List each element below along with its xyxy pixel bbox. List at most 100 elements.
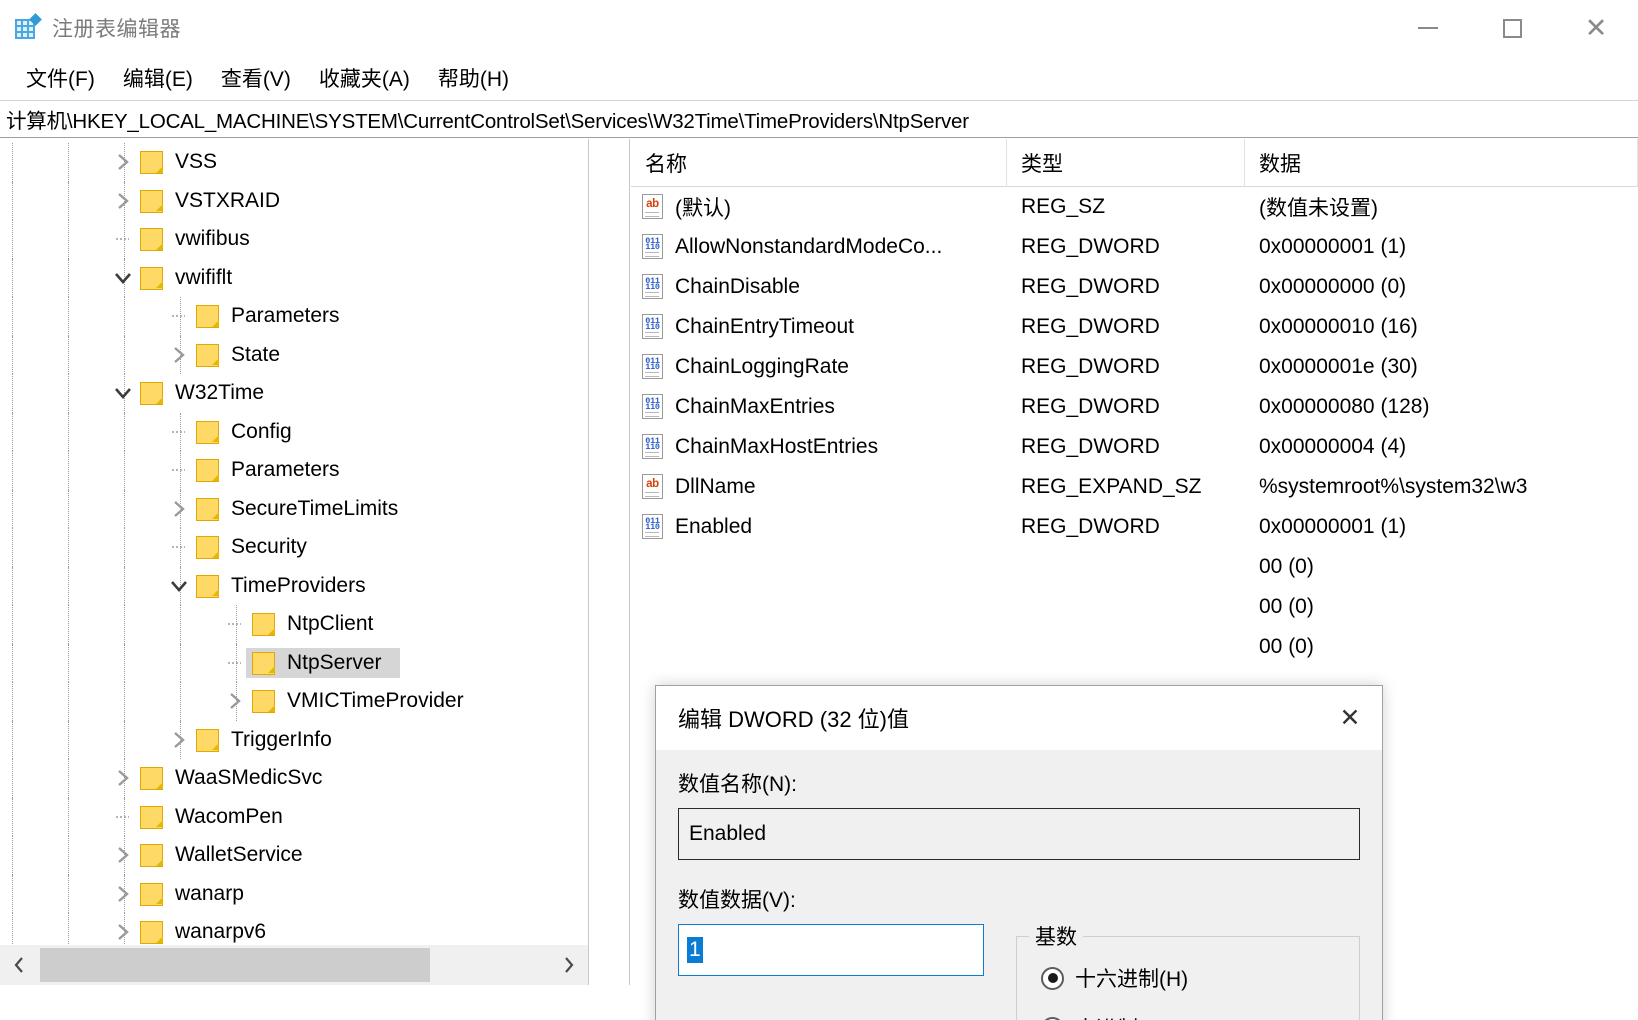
value-type-cell: REG_DWORD	[1021, 275, 1160, 298]
table-row[interactable]: 00 (0)	[631, 547, 1638, 587]
tree-hscroll-track[interactable]	[432, 945, 550, 985]
tree-item-content: Parameters	[194, 458, 348, 483]
string-value-icon: ab	[641, 194, 665, 220]
tree-item-vwififlt[interactable]: vwififlt	[0, 258, 588, 298]
tree-guide-line	[68, 720, 69, 759]
value-name-cell: 011 110 ChainLoggingRate	[631, 354, 1007, 380]
close-button[interactable]: ✕	[1554, 0, 1638, 56]
value-type-cell: REG_DWORD	[1021, 515, 1160, 538]
tree-item-content: WacomPen	[138, 805, 291, 829]
chevron-down-icon[interactable]	[164, 567, 194, 606]
tree-item-label: wanarpv6	[175, 920, 267, 944]
chevron-right-icon[interactable]	[108, 836, 138, 875]
value-name-text: ChainEntryTimeout	[675, 315, 854, 338]
tree-item-ntpclient[interactable]: NtpClient	[0, 605, 588, 644]
menu-edit[interactable]: 编辑(E)	[109, 59, 207, 97]
tree-guide-line	[68, 797, 69, 836]
tree-leaf-connector	[108, 798, 138, 837]
table-row[interactable]: ab DllName REG_EXPAND_SZ %systemroot%\syste…	[631, 467, 1638, 507]
chevron-right-icon[interactable]	[108, 875, 138, 914]
table-row[interactable]: 011 110 ChainLoggingRate REG_DWORD 0x0000001…	[631, 347, 1638, 387]
table-row[interactable]: 011 110 Enabled REG_DWORD 0x00000001 (1)	[631, 507, 1638, 547]
address-bar[interactable]: 计算机\HKEY_LOCAL_MACHINE\SYSTEM\CurrentCon…	[0, 100, 1638, 138]
value-name-text: ChainDisable	[675, 275, 800, 298]
tree-item-vmictimeprovider[interactable]: VMICTimeProvider	[0, 682, 588, 721]
menu-favorites[interactable]: 收藏夹(A)	[305, 59, 424, 97]
table-row[interactable]: 011 110 ChainMaxEntries REG_DWORD 0x00000080…	[631, 387, 1638, 427]
tree-item-label: TimeProviders	[231, 573, 366, 597]
chevron-right-icon[interactable]	[220, 682, 250, 721]
table-row[interactable]: 011 110 AllowNonstandardModeCo... REG_DWORD…	[631, 227, 1638, 267]
chevron-down-icon[interactable]	[108, 374, 138, 413]
scroll-right-arrow-icon[interactable]	[550, 945, 588, 985]
value-data-input[interactable]: 1	[678, 924, 984, 976]
tree-item-config[interactable]: Config	[0, 412, 588, 451]
tree-item-wanarp[interactable]: wanarp	[0, 874, 588, 914]
tree-item-state[interactable]: State	[0, 335, 588, 375]
tree-item-wacompen[interactable]: WacomPen	[0, 797, 588, 837]
tree-item-ntpserver[interactable]: NtpServer	[0, 643, 588, 682]
column-header-type[interactable]: 类型	[1007, 139, 1245, 187]
tree-item-securetimelimits[interactable]: SecureTimeLimits	[0, 489, 588, 529]
tree-item-label: vwififlt	[175, 265, 233, 289]
menu-view[interactable]: 查看(V)	[207, 59, 305, 97]
tree-item-vss[interactable]: VSS	[0, 143, 588, 182]
scroll-left-arrow-icon[interactable]	[0, 945, 38, 985]
chevron-right-icon[interactable]	[164, 721, 194, 760]
table-row[interactable]: 00 (0)	[631, 627, 1638, 667]
tree-guide-line	[68, 143, 69, 182]
tree-guide-line	[68, 836, 69, 875]
tree-item-walletservice[interactable]: WalletService	[0, 836, 588, 875]
chevron-right-icon[interactable]	[108, 182, 138, 221]
tree-guide-line	[124, 489, 125, 528]
tree-item-waasmedicsvc[interactable]: WaaSMedicSvc	[0, 759, 588, 798]
registry-tree-pane[interactable]: VSS VSTXRAID vwifibus vwififlt Parameters Sta…	[0, 139, 588, 944]
value-name-cell: 011 110 ChainEntryTimeout	[631, 314, 1007, 340]
menu-help[interactable]: 帮助(H)	[424, 59, 523, 97]
maximize-button[interactable]	[1470, 0, 1554, 56]
chevron-down-icon[interactable]	[108, 259, 138, 298]
menu-file[interactable]: 文件(F)	[12, 59, 109, 97]
tree-guide-line	[124, 682, 125, 721]
table-row[interactable]: 00 (0)	[631, 587, 1638, 627]
value-name-text: ChainMaxEntries	[675, 395, 835, 418]
value-type-cell: REG_SZ	[1021, 195, 1106, 218]
tree-guide-line	[68, 682, 69, 721]
chevron-right-icon[interactable]	[108, 913, 138, 944]
tree-item-security[interactable]: Security	[0, 528, 588, 567]
radio-hexadecimal[interactable]: 十六进制(H)	[1041, 963, 1359, 993]
tree-leaf-connector	[108, 220, 138, 259]
tree-item-vstxraid[interactable]: VSTXRAID	[0, 181, 588, 221]
radio-hex-icon[interactable]	[1041, 966, 1064, 990]
table-row[interactable]: ab (默认) REG_SZ (数值未设置)	[631, 187, 1638, 227]
tree-item-timeproviders[interactable]: TimeProviders	[0, 566, 588, 606]
column-header-name[interactable]: 名称	[631, 139, 1007, 187]
radio-dec-icon[interactable]	[1041, 1016, 1064, 1020]
dialog-close-icon[interactable]: ✕	[1318, 686, 1382, 750]
minimize-button[interactable]	[1386, 0, 1470, 56]
tree-hscroll-thumb[interactable]	[40, 948, 430, 982]
chevron-right-icon[interactable]	[108, 143, 138, 182]
value-type-cell: REG_DWORD	[1021, 435, 1160, 458]
table-row[interactable]: 011 110 ChainDisable REG_DWORD 0x00000000 (0…	[631, 267, 1638, 307]
value-name-input[interactable]: Enabled	[678, 808, 1360, 860]
chevron-right-icon[interactable]	[164, 490, 194, 529]
value-data-cell: 00 (0)	[1259, 595, 1314, 618]
tree-item-vwifibus[interactable]: vwifibus	[0, 220, 588, 259]
chevron-right-icon[interactable]	[108, 759, 138, 798]
radio-decimal[interactable]: 十进制(D)	[1041, 1013, 1359, 1020]
table-row[interactable]: 011 110 ChainEntryTimeout REG_DWORD 0x000000…	[631, 307, 1638, 347]
tree-item-w32time[interactable]: W32Time	[0, 374, 588, 413]
column-header-data[interactable]: 数据	[1245, 139, 1638, 187]
pane-splitter[interactable]	[588, 139, 630, 985]
tree-item-parameters[interactable]: Parameters	[0, 297, 588, 336]
tree-item-triggerinfo[interactable]: TriggerInfo	[0, 720, 588, 760]
tree-item-content: Config	[194, 420, 300, 444]
edit-dword-dialog: 编辑 DWORD (32 位)值 ✕ 数值名称(N): Enabled 数值数据…	[655, 685, 1383, 1020]
chevron-right-icon[interactable]	[164, 336, 194, 375]
table-row[interactable]: 011 110 ChainMaxHostEntries REG_DWORD 0x0000…	[631, 427, 1638, 467]
tree-item-wanarpv6[interactable]: wanarpv6	[0, 913, 588, 944]
tree-item-parameters[interactable]: Parameters	[0, 451, 588, 490]
value-data-cell: 0x00000001 (1)	[1259, 235, 1407, 258]
tree-horizontal-scrollbar[interactable]	[0, 945, 588, 985]
